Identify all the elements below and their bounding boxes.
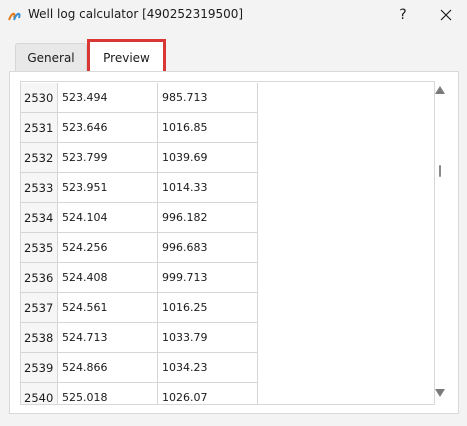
value-cell[interactable]: 1026.07 (158, 383, 258, 404)
value-cell[interactable]: 1039.69 (158, 143, 258, 173)
depth-cell[interactable]: 524.408 (58, 263, 158, 293)
row-index: 2536 (21, 263, 58, 293)
table-row[interactable]: 2540 525.018 1026.07 (21, 383, 258, 404)
depth-cell[interactable]: 523.799 (58, 143, 158, 173)
depth-cell[interactable]: 523.646 (58, 113, 158, 143)
row-index: 2534 (21, 203, 58, 233)
row-index: 2533 (21, 173, 58, 203)
row-index: 2540 (21, 383, 58, 404)
value-cell[interactable]: 996.182 (158, 203, 258, 233)
value-cell[interactable]: 1016.85 (158, 113, 258, 143)
close-icon (440, 6, 452, 25)
table-row[interactable]: 2531 523.646 1016.85 (21, 113, 258, 143)
scroll-down-arrow-icon[interactable] (435, 389, 445, 397)
table-row[interactable]: 2532 523.799 1039.69 (21, 143, 258, 173)
depth-cell[interactable]: 524.866 (58, 353, 158, 383)
vertical-scrollbar[interactable] (433, 81, 447, 403)
depth-cell[interactable]: 525.018 (58, 383, 158, 404)
tab-preview-label: Preview (103, 50, 150, 65)
depth-cell[interactable]: 524.256 (58, 233, 158, 263)
value-cell[interactable]: 1014.33 (158, 173, 258, 203)
row-index: 2538 (21, 323, 58, 353)
table-row[interactable]: 2539 524.866 1034.23 (21, 353, 258, 383)
tab-general-label: General (27, 51, 75, 65)
depth-cell[interactable]: 524.561 (58, 293, 158, 323)
depth-cell[interactable]: 524.104 (58, 203, 158, 233)
table-row[interactable]: 2535 524.256 996.683 (21, 233, 258, 263)
depth-cell[interactable]: 523.494 (58, 83, 158, 113)
value-cell[interactable]: 985.713 (158, 83, 258, 113)
tab-general[interactable]: General (15, 43, 87, 72)
preview-table[interactable]: 2530 523.494 985.713 2531 523.646 1016.8… (20, 81, 435, 405)
row-index: 2539 (21, 353, 58, 383)
title-bar: Well log calculator [490252319500] ? (0, 0, 467, 30)
table-row[interactable]: 2534 524.104 996.182 (21, 203, 258, 233)
table-row[interactable]: 2533 523.951 1014.33 (21, 173, 258, 203)
depth-cell[interactable]: 524.713 (58, 323, 158, 353)
row-index: 2535 (21, 233, 58, 263)
table-row[interactable]: 2538 524.713 1033.79 (21, 323, 258, 353)
depth-cell[interactable]: 523.951 (58, 173, 158, 203)
value-cell[interactable]: 999.713 (158, 263, 258, 293)
value-cell[interactable]: 996.683 (158, 233, 258, 263)
value-cell[interactable]: 1016.25 (158, 293, 258, 323)
value-cell[interactable]: 1033.79 (158, 323, 258, 353)
help-label: ? (399, 7, 407, 23)
row-index: 2537 (21, 293, 58, 323)
table-row[interactable]: 2537 524.561 1016.25 (21, 293, 258, 323)
help-button[interactable]: ? (385, 0, 421, 30)
table-row[interactable]: 2530 523.494 985.713 (21, 83, 258, 113)
app-logo-icon (7, 8, 23, 22)
close-button[interactable] (428, 0, 464, 30)
row-index: 2532 (21, 143, 58, 173)
value-cell[interactable]: 1034.23 (158, 353, 258, 383)
table-row[interactable]: 2536 524.408 999.713 (21, 263, 258, 293)
row-index: 2531 (21, 113, 58, 143)
scroll-thumb[interactable] (439, 165, 441, 177)
scroll-up-arrow-icon[interactable] (435, 86, 445, 94)
window-title: Well log calculator [490252319500] (28, 7, 244, 21)
table-grid: 2530 523.494 985.713 2531 523.646 1016.8… (21, 82, 258, 404)
row-index: 2530 (21, 83, 58, 113)
